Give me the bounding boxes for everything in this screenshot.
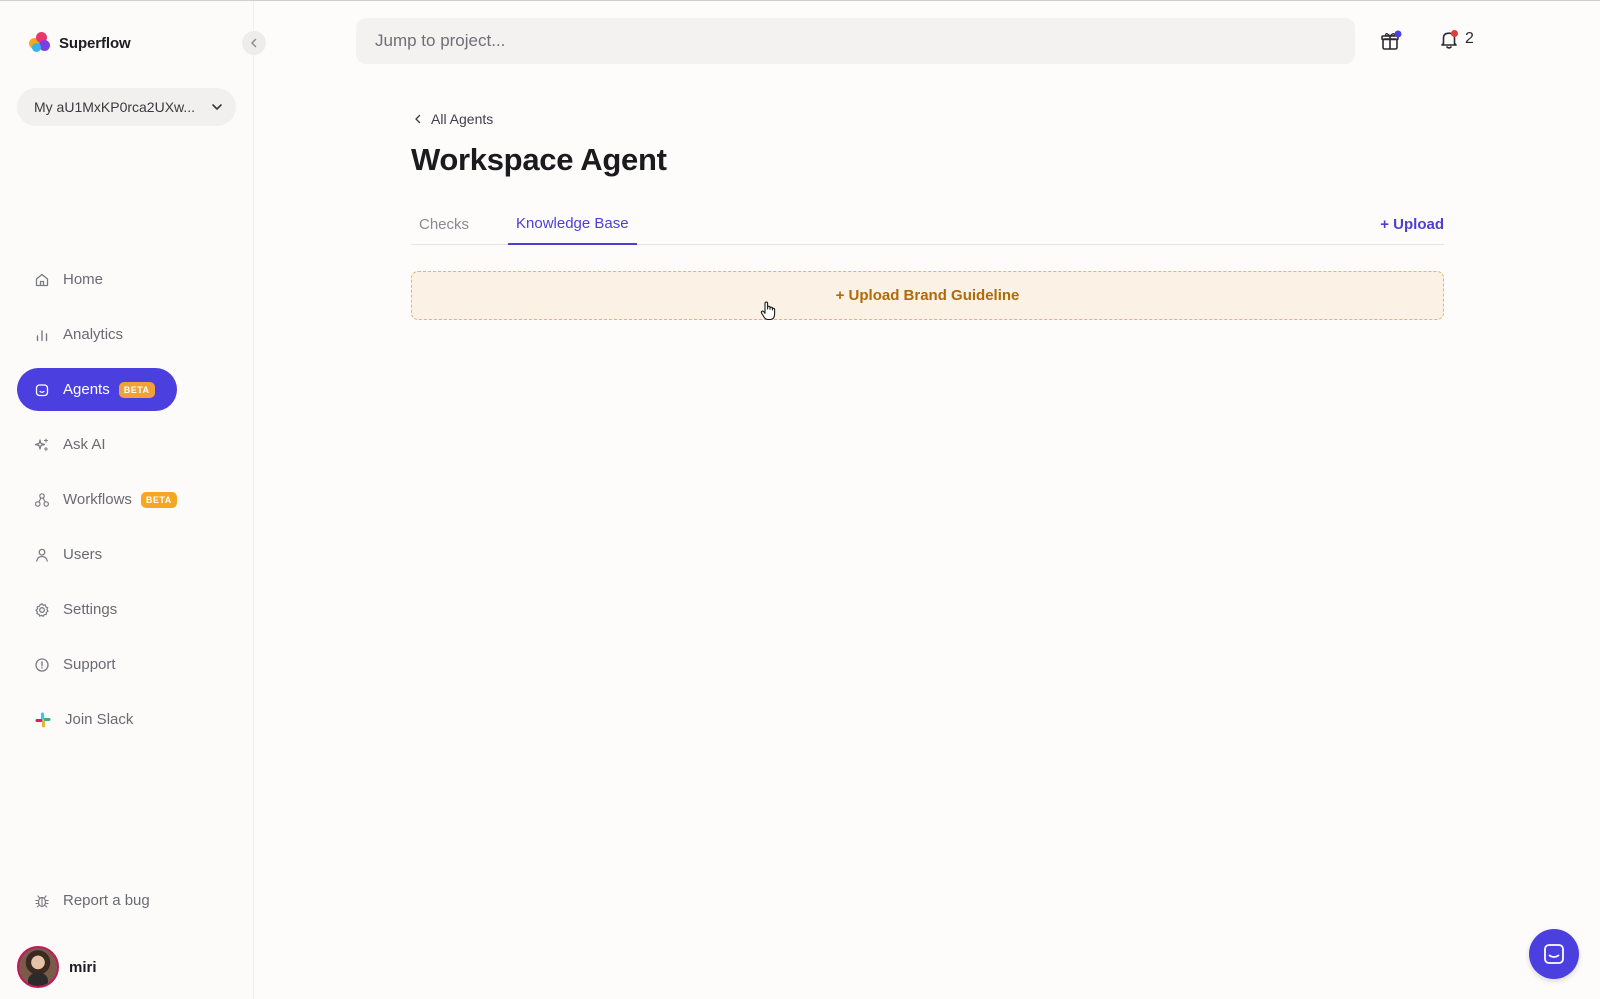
user-name: miri [69, 958, 97, 976]
page-title: Workspace Agent [411, 142, 667, 177]
info-icon [35, 657, 49, 672]
superflow-logo-icon [29, 32, 51, 54]
sidebar-nav: Home Analytics Agents BETA Ask AI Workfl… [17, 258, 237, 753]
slack-icon [35, 712, 51, 727]
chevron-left-icon [415, 114, 421, 124]
sidebar-item-support[interactable]: Support [17, 643, 237, 686]
user-profile[interactable]: miri [17, 946, 97, 988]
sidebar-item-label: Join Slack [65, 711, 134, 728]
chat-support-button[interactable] [1529, 929, 1579, 979]
gear-icon [35, 602, 49, 617]
sidebar-item-agents[interactable]: Agents BETA [17, 368, 177, 411]
collapse-sidebar-button[interactable] [242, 31, 266, 55]
user-icon [36, 548, 48, 562]
sparkle-icon [34, 437, 49, 451]
notifications-button[interactable]: 2 [1438, 28, 1474, 50]
whats-new-button[interactable] [1379, 29, 1403, 53]
notification-dot [1451, 30, 1458, 37]
gift-icon [1381, 30, 1402, 50]
search-input[interactable]: Jump to project... [356, 18, 1355, 64]
workflow-icon [34, 492, 50, 507]
tab-bar: Checks Knowledge Base + Upload [411, 204, 1444, 245]
sidebar: Superflow My aU1MxKP0rca2UXw... Home Ana… [0, 1, 254, 999]
breadcrumb-all-agents[interactable]: All Agents [431, 111, 493, 127]
tab-knowledge-base[interactable]: Knowledge Base [508, 204, 637, 245]
sidebar-item-label: Support [63, 656, 116, 673]
beta-badge: BETA [140, 491, 177, 508]
notification-count: 2 [1465, 30, 1474, 47]
chevron-down-icon [212, 104, 222, 110]
sidebar-item-home[interactable]: Home [17, 258, 237, 301]
brand-name: Superflow [59, 34, 131, 52]
sidebar-item-analytics[interactable]: Analytics [17, 313, 237, 356]
agent-icon [35, 383, 49, 396]
bar-chart-icon [36, 329, 48, 341]
sidebar-item-join-slack[interactable]: Join Slack [17, 698, 237, 741]
sidebar-item-label: Users [63, 546, 103, 563]
tab-checks[interactable]: Checks [411, 204, 477, 245]
home-icon [35, 273, 49, 286]
sidebar-item-label: Agents [63, 381, 110, 398]
sidebar-item-label: Analytics [63, 326, 124, 343]
sidebar-item-settings[interactable]: Settings [17, 588, 237, 631]
bug-icon [35, 894, 49, 908]
sidebar-item-label: Settings [63, 601, 118, 618]
breadcrumb[interactable]: All Agents [413, 111, 493, 127]
bell-icon [1438, 28, 1460, 50]
brand[interactable]: Superflow [29, 32, 131, 54]
sidebar-item-label: Ask AI [63, 436, 106, 453]
sidebar-item-label: Home [63, 271, 104, 288]
avatar[interactable] [17, 946, 59, 988]
sidebar-item-label: Workflows [63, 491, 132, 508]
sidebar-item-workflows[interactable]: Workflows BETA [17, 478, 237, 521]
chat-icon [1544, 944, 1564, 964]
beta-badge: BETA [118, 381, 155, 398]
hand-cursor-icon [760, 301, 776, 321]
sidebar-item-ask-ai[interactable]: Ask AI [17, 423, 237, 466]
chevron-left-icon [251, 38, 257, 48]
workspace-select-value: My aU1MxKP0rca2UXw... [34, 99, 196, 115]
upload-brand-guideline-label: + Upload Brand Guideline [835, 287, 1020, 304]
upload-button[interactable]: + Upload [1380, 204, 1444, 245]
report-bug-label: Report a bug [63, 892, 150, 909]
upload-brand-guideline-button[interactable]: + Upload Brand Guideline [411, 271, 1444, 320]
sidebar-item-users[interactable]: Users [17, 533, 237, 576]
workspace-select[interactable]: My aU1MxKP0rca2UXw... [17, 88, 236, 126]
search-placeholder: Jump to project... [375, 31, 506, 50]
report-bug-link[interactable]: Report a bug [34, 892, 150, 909]
